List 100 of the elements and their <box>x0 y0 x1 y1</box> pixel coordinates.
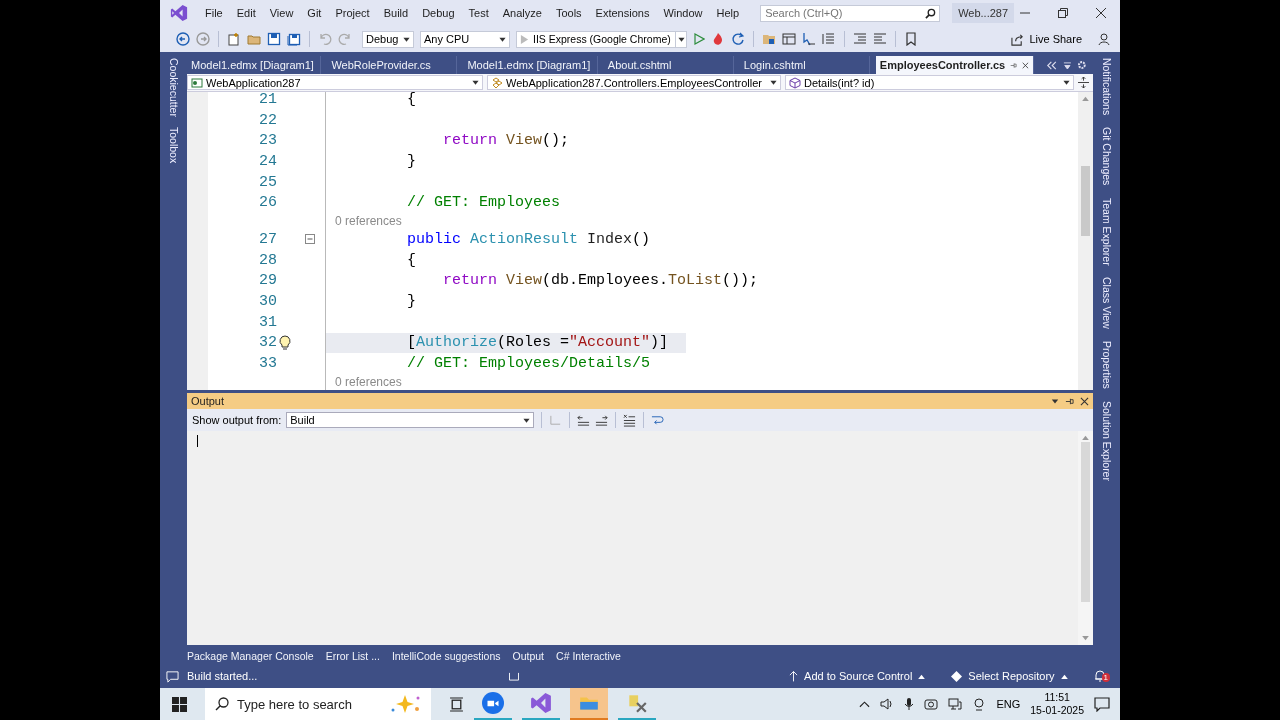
tool-window-tab[interactable]: IntelliCode suggestions <box>391 649 501 662</box>
network-icon[interactable] <box>948 697 963 711</box>
code-line: } <box>406 152 417 170</box>
code-line: { <box>406 92 417 108</box>
side-tab[interactable]: Git Changes <box>1100 127 1113 186</box>
references-hint[interactable]: 0 references <box>335 374 402 389</box>
side-tab[interactable]: Class View <box>1100 277 1113 330</box>
refresh-icon[interactable] <box>730 32 745 46</box>
tool-window-tab[interactable]: Package Manager Console <box>187 649 314 662</box>
new-item-icon[interactable] <box>227 32 241 46</box>
menu-item[interactable]: Git <box>300 4 329 22</box>
scroll-down-icon[interactable] <box>1082 636 1089 641</box>
line-number: 23 <box>258 132 277 150</box>
feedback-icon[interactable] <box>1098 32 1112 46</box>
app-logo-icon[interactable] <box>170 4 188 22</box>
platform-dropdown[interactable]: Any CPU <box>420 30 510 48</box>
configuration-dropdown[interactable]: Debug <box>362 30 414 48</box>
references-hint[interactable]: 0 references <box>335 214 402 229</box>
scroll-thumb[interactable] <box>1081 166 1090 236</box>
windows-logo-icon[interactable] <box>172 696 187 712</box>
start-button[interactable]: IIS Express (Google Chrome) <box>516 30 675 48</box>
folder-icon[interactable] <box>761 32 776 46</box>
layout-icon[interactable] <box>781 32 796 46</box>
add-to-source-control-button[interactable]: Add to Source Control <box>789 670 926 682</box>
menu-item[interactable]: Edit <box>229 4 263 22</box>
side-tab[interactable]: Solution Explorer <box>1100 400 1113 481</box>
project-dropdown[interactable]: WebApplication287 <box>187 75 483 90</box>
scrollbar[interactable] <box>1078 431 1093 645</box>
menu-item[interactable]: Help <box>709 4 747 22</box>
menu-item[interactable]: Extensions <box>588 4 657 22</box>
save-icon[interactable] <box>267 32 281 46</box>
menu-item[interactable]: Build <box>376 4 416 22</box>
search-field[interactable]: Search (Ctrl+Q) <box>760 4 941 22</box>
output-source-dropdown[interactable]: Build <box>286 412 535 428</box>
tool-window-tab[interactable]: Output <box>512 649 545 662</box>
camera-icon[interactable] <box>924 697 939 711</box>
clock-date[interactable]: 15-01-2025 <box>1030 704 1084 717</box>
search-icon <box>215 697 229 711</box>
clear-all-icon[interactable] <box>623 413 637 427</box>
side-tab[interactable]: Toolbox <box>167 126 180 164</box>
outdent-icon[interactable] <box>872 32 887 46</box>
menu-item[interactable]: Test <box>461 4 496 22</box>
menu-item[interactable]: Tools <box>548 4 589 22</box>
previous-icon[interactable] <box>577 413 591 427</box>
microphone-icon[interactable] <box>904 697 915 711</box>
notifications-button[interactable]: 1 <box>1093 668 1110 684</box>
pointer-icon[interactable] <box>801 32 816 46</box>
chevrons-icon[interactable] <box>1045 60 1057 70</box>
split-icon[interactable] <box>1078 77 1089 88</box>
next-icon[interactable] <box>595 413 609 427</box>
dropdown-icon[interactable] <box>1051 397 1059 405</box>
bookmark-icon[interactable] <box>903 32 918 46</box>
scroll-up-icon[interactable] <box>1082 435 1089 440</box>
live-share-button[interactable]: Live Share <box>1007 30 1092 48</box>
collapse-icon[interactable] <box>304 234 315 245</box>
lightbulb-icon[interactable] <box>279 334 291 351</box>
webcam-icon[interactable] <box>972 697 987 711</box>
menu-item[interactable]: View <box>262 4 301 22</box>
task-view-icon[interactable] <box>449 696 464 712</box>
menu-item[interactable]: Analyze <box>495 4 549 22</box>
dropdown-icon[interactable] <box>1062 60 1072 70</box>
play-icon[interactable] <box>692 33 705 45</box>
list-icon[interactable] <box>821 32 836 46</box>
clock-time[interactable]: 11:51 <box>1044 691 1070 704</box>
type-dropdown[interactable]: WebApplication287.Controllers.EmployeesController <box>487 75 781 90</box>
side-tab[interactable]: Properties <box>1100 341 1113 389</box>
select-repository-button[interactable]: Select Repository <box>951 670 1068 682</box>
speaker-icon[interactable] <box>880 697 895 711</box>
word-wrap-icon[interactable] <box>651 413 665 427</box>
folder-icon[interactable] <box>247 32 261 46</box>
back-icon[interactable] <box>176 32 190 46</box>
indent-icon[interactable] <box>852 32 867 46</box>
menu-item[interactable]: Project <box>328 4 377 22</box>
menu-item[interactable]: Window <box>656 4 710 22</box>
close-icon[interactable] <box>1022 60 1029 70</box>
menu-item[interactable]: File <box>198 4 230 22</box>
language-indicator[interactable]: ENG <box>996 698 1021 710</box>
side-tab[interactable]: Notifications <box>1100 58 1113 116</box>
close-icon[interactable] <box>1096 8 1106 18</box>
document-tab[interactable]: EmployeesController.cs <box>875 56 1034 74</box>
side-tab[interactable]: Team Explorer <box>1100 197 1113 266</box>
line-number: 22 <box>258 111 277 129</box>
bell-icon <box>1093 670 1106 682</box>
pin-icon[interactable] <box>1065 396 1074 406</box>
tool-window-tab[interactable]: Error List ... <box>325 649 380 662</box>
restore-icon[interactable] <box>1058 8 1068 18</box>
chevron-up-icon[interactable] <box>859 700 871 708</box>
save-all-icon[interactable] <box>287 32 301 46</box>
taskbar-search-field[interactable]: Type here to search <box>205 688 431 720</box>
close-icon[interactable] <box>1080 396 1089 406</box>
pin-icon[interactable] <box>1010 60 1017 70</box>
settings-icon[interactable] <box>1077 60 1087 70</box>
scrollbar[interactable] <box>1078 92 1093 390</box>
tool-window-tab[interactable]: C# Interactive <box>556 649 621 662</box>
menu-item[interactable]: Debug <box>415 4 462 22</box>
notification-center-icon[interactable] <box>1094 696 1110 712</box>
scroll-thumb[interactable] <box>1081 442 1090 602</box>
member-dropdown[interactable]: Details(int? id) <box>785 75 1074 90</box>
search-icon[interactable] <box>925 7 937 19</box>
side-tab[interactable]: Cookiecutter <box>167 58 180 117</box>
